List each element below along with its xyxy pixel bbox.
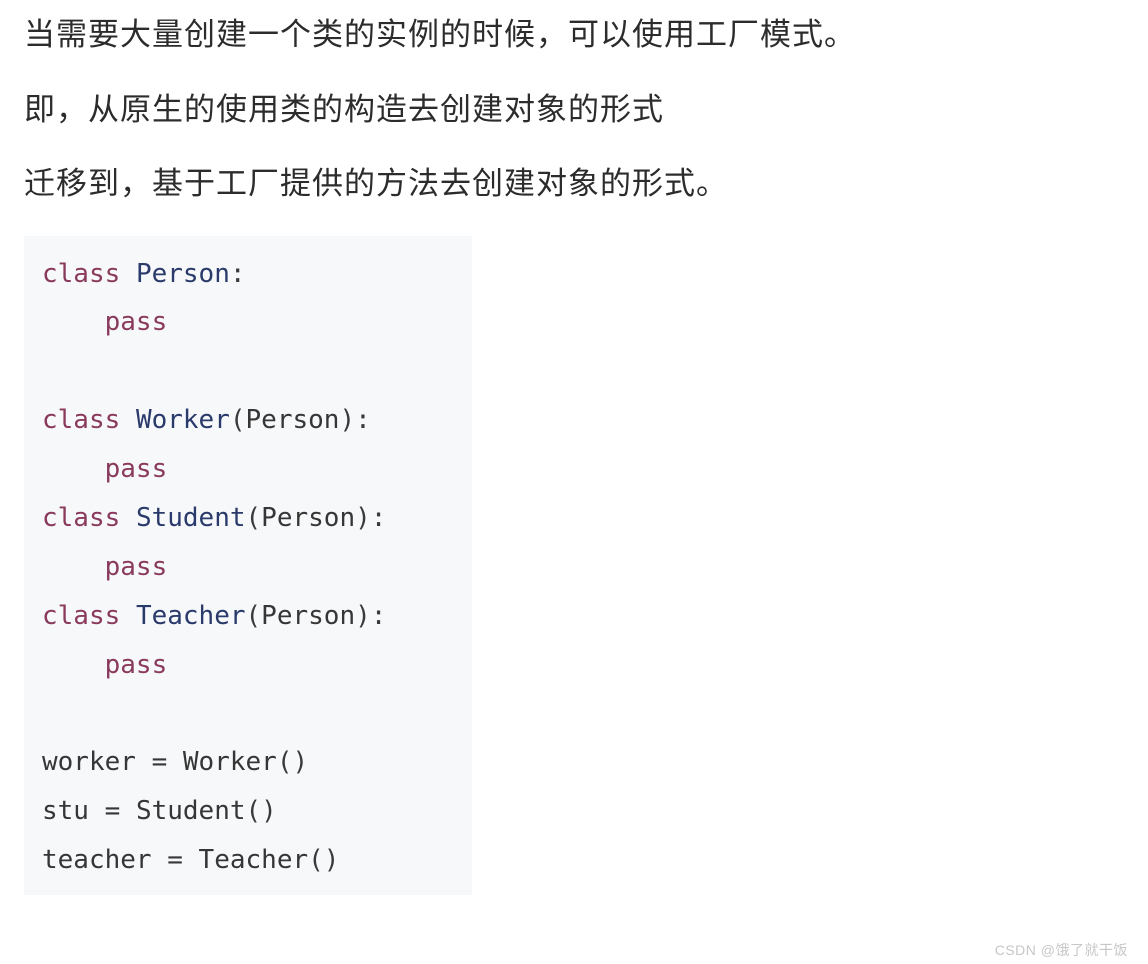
indent: [42, 454, 105, 484]
rparen: ): [261, 796, 277, 826]
var-teacher: teacher: [42, 845, 152, 875]
paragraph-3: 迁移到，基于工厂提供的方法去创建对象的形式。: [24, 161, 1124, 208]
eq: =: [136, 747, 183, 777]
lparen: (: [230, 405, 246, 435]
code-block: class Person: pass class Worker(Person):…: [24, 236, 472, 895]
base-person: Person: [246, 405, 340, 435]
var-stu: stu: [42, 796, 89, 826]
keyword-pass: pass: [105, 454, 168, 484]
rparen: ): [339, 405, 355, 435]
watermark: CSDN @饿了就干饭: [995, 940, 1128, 960]
lparen: (: [246, 601, 262, 631]
keyword-class: class: [42, 503, 120, 533]
keyword-class: class: [42, 601, 120, 631]
var-worker: worker: [42, 747, 136, 777]
class-teacher: Teacher: [136, 601, 246, 631]
rparen: ): [355, 601, 371, 631]
lparen: (: [246, 503, 262, 533]
indent: [42, 552, 105, 582]
keyword-pass: pass: [105, 552, 168, 582]
keyword-class: class: [42, 259, 120, 289]
class-person: Person: [136, 259, 230, 289]
rparen: ): [355, 503, 371, 533]
indent: [42, 650, 105, 680]
eq: =: [89, 796, 136, 826]
indent: [42, 307, 105, 337]
base-person: Person: [261, 601, 355, 631]
eq: =: [152, 845, 199, 875]
paragraph-1: 当需要大量创建一个类的实例的时候，可以使用工厂模式。: [24, 12, 1124, 59]
lparen: (: [246, 796, 262, 826]
lparen: (: [308, 845, 324, 875]
rparen: ): [292, 747, 308, 777]
call-student: Student: [136, 796, 246, 826]
base-person: Person: [261, 503, 355, 533]
colon: :: [371, 601, 387, 631]
colon: :: [230, 259, 246, 289]
colon: :: [371, 503, 387, 533]
keyword-pass: pass: [105, 307, 168, 337]
rparen: ): [324, 845, 340, 875]
keyword-class: class: [42, 405, 120, 435]
paragraph-2: 即，从原生的使用类的构造去创建对象的形式: [24, 87, 1124, 134]
colon: :: [355, 405, 371, 435]
class-student: Student: [136, 503, 246, 533]
call-teacher: Teacher: [199, 845, 309, 875]
class-worker: Worker: [136, 405, 230, 435]
keyword-pass: pass: [105, 650, 168, 680]
lparen: (: [277, 747, 293, 777]
call-worker: Worker: [183, 747, 277, 777]
